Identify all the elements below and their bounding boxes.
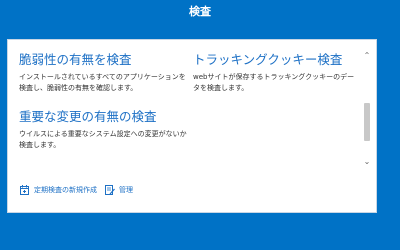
vulnerability-scan-desc: インストールされているすべてのアプリケーションを検査し、脆弱性の有無を確認します… xyxy=(19,73,186,92)
scroll-thumb[interactable] xyxy=(364,103,370,141)
system-change-scan-desc: ウイルスによる重要なシステム設定への変更がないか検査します。 xyxy=(19,130,187,149)
tracking-cookie-scan-desc: webサイトが保存するトラッキングクッキーのデータを検査します。 xyxy=(193,73,355,92)
vulnerability-scan-link[interactable]: 脆弱性の有無を検査 xyxy=(19,52,189,68)
scroll-up-icon[interactable]: ⌃ xyxy=(362,52,372,60)
system-change-scan-card[interactable]: 重要な変更の有無の検査 ウイルスによる重要なシステム設定への変更がないか検査しま… xyxy=(19,109,189,151)
calendar-add-icon xyxy=(20,185,34,195)
scrollbar[interactable]: ⌃ ⌄ xyxy=(362,52,372,167)
title-bar: ' ' ' 検査 xyxy=(0,0,400,23)
tracking-cookie-scan-card[interactable]: トラッキングクッキー検査 webサイトが保存するトラッキングクッキーのデータを検… xyxy=(193,52,358,94)
vulnerability-scan-card[interactable]: 脆弱性の有無を検査 インストールされているすべてのアプリケーションを検査し、脆弱… xyxy=(19,52,189,94)
new-scheduled-scan-label[interactable]: 定期検査の新規作成 xyxy=(34,185,97,195)
manage-button[interactable]: 管理 xyxy=(105,185,133,195)
system-change-scan-link[interactable]: 重要な変更の有無の検査 xyxy=(19,109,189,125)
window-title: 検査 xyxy=(189,5,211,18)
scroll-down-icon[interactable]: ⌄ xyxy=(362,158,372,166)
new-scheduled-scan-button[interactable]: 定期検査の新規作成 xyxy=(20,185,97,195)
edit-document-icon xyxy=(105,185,119,195)
tracking-cookie-scan-link[interactable]: トラッキングクッキー検査 xyxy=(193,52,358,68)
scan-panel: 脆弱性の有無を検査 インストールされているすべてのアプリケーションを検査し、脆弱… xyxy=(7,39,377,213)
manage-label[interactable]: 管理 xyxy=(119,185,133,195)
